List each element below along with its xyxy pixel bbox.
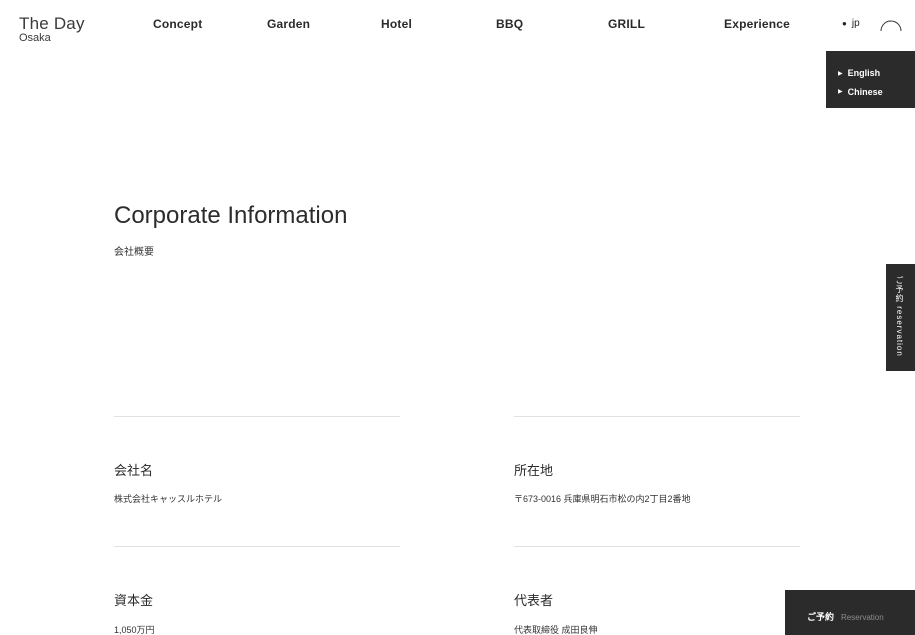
reservation-button[interactable]: ご予約 Reservation: [785, 590, 915, 635]
triangle-right-icon: ▶: [838, 89, 843, 96]
side-reservation-label: ご予約 reservation: [895, 276, 904, 357]
site-header: The Day Osaka Concept Garden Hotel BBQ G…: [0, 0, 915, 48]
bullet-icon: ●: [842, 18, 847, 28]
divider: [114, 546, 400, 547]
language-option-chinese[interactable]: ▶ Chinese: [838, 83, 915, 102]
nav-garden[interactable]: Garden: [267, 17, 310, 31]
nav-hotel[interactable]: Hotel: [381, 17, 412, 31]
nav-concept[interactable]: Concept: [153, 17, 202, 31]
nav-bbq[interactable]: BBQ: [496, 17, 523, 31]
info-value-address: 〒673-0016 兵庫県明石市松の内2丁目2番地: [514, 494, 691, 504]
site-logo[interactable]: The Day Osaka: [19, 15, 85, 44]
language-toggle[interactable]: ● jp: [842, 18, 860, 29]
reservation-label-jp: ご予約: [807, 612, 835, 622]
language-option-english[interactable]: ▶ English: [838, 64, 915, 83]
info-label-representative: 代表者: [514, 593, 554, 608]
info-label-company-name: 会社名: [114, 463, 154, 478]
nav-grill[interactable]: GRILL: [608, 17, 645, 31]
language-current: jp: [851, 18, 860, 29]
page-title: Corporate Information: [114, 202, 348, 229]
info-value-capital: 1,050万円: [114, 625, 155, 635]
reservation-label-en: Reservation: [841, 613, 884, 622]
triangle-right-icon: ▶: [838, 70, 843, 77]
language-menu: ▶ English ▶ Chinese: [826, 51, 915, 108]
divider: [514, 416, 800, 417]
logo-line2: Osaka: [19, 32, 51, 44]
page-subtitle: 会社概要: [114, 247, 154, 258]
divider: [114, 416, 400, 417]
info-label-address: 所在地: [514, 463, 554, 478]
info-value-company-name: 株式会社キャッスルホテル: [114, 494, 223, 504]
divider: [514, 546, 800, 547]
nav-experience[interactable]: Experience: [724, 17, 790, 31]
language-option-label: Chinese: [847, 86, 883, 97]
logo-line1: The Day: [19, 14, 85, 33]
info-label-capital: 資本金: [114, 593, 154, 608]
side-reservation-tab[interactable]: ご予約 reservation: [886, 264, 915, 371]
language-option-label: English: [847, 68, 881, 78]
menu-arc-icon[interactable]: [880, 10, 902, 32]
info-value-representative: 代表取締役 成田良伸: [514, 625, 598, 635]
